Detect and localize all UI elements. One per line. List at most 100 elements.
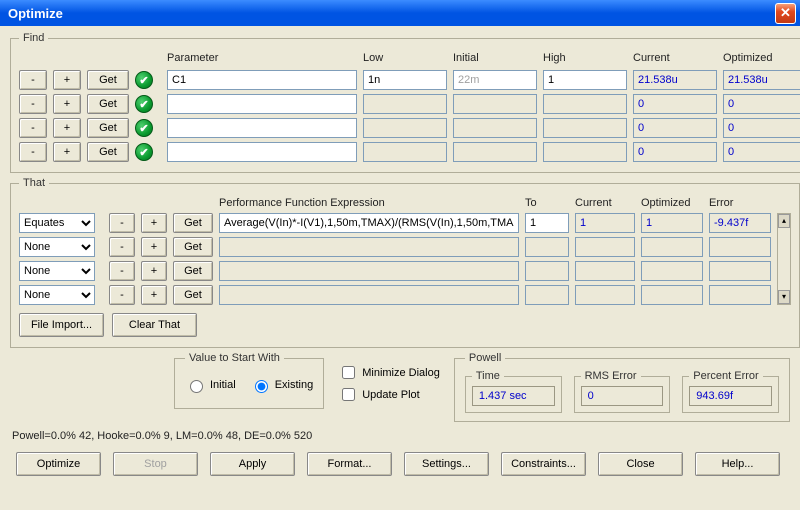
update-plot-checkbox[interactable]: Update Plot	[338, 385, 440, 404]
hdr-high: High	[543, 52, 627, 66]
scroll-up-icon[interactable]: ▴	[778, 214, 790, 228]
parameter-input[interactable]	[167, 94, 357, 114]
hdr-parameter: Parameter	[167, 52, 357, 66]
initial-input	[453, 142, 537, 162]
that-get-button[interactable]: Get	[173, 237, 213, 257]
mode-select[interactable]: Equates	[19, 213, 95, 233]
that-plus-button[interactable]: +	[141, 237, 167, 257]
clear-that-button[interactable]: Clear That	[112, 313, 197, 337]
hdr-optimized: Optimized	[723, 52, 800, 66]
close-button[interactable]: Close	[598, 452, 683, 476]
minimize-checkbox[interactable]: Minimize Dialog	[338, 363, 440, 382]
that-get-button[interactable]: Get	[173, 213, 213, 233]
to-input	[525, 285, 569, 305]
file-import-button[interactable]: File Import...	[19, 313, 104, 337]
help-button[interactable]: Help...	[695, 452, 780, 476]
optimize-button[interactable]: Optimize	[16, 452, 101, 476]
percent-value: 943.69f	[689, 386, 772, 406]
low-input	[363, 142, 447, 162]
that-get-button[interactable]: Get	[173, 285, 213, 305]
find-get-button[interactable]: Get	[87, 142, 129, 162]
hdr-optimized2: Optimized	[641, 197, 703, 209]
window-title: Optimize	[8, 6, 63, 21]
low-input	[363, 118, 447, 138]
mode-select[interactable]: None	[19, 237, 95, 257]
that-minus-button[interactable]: -	[109, 237, 135, 257]
current-value	[575, 213, 635, 233]
parameter-input[interactable]	[167, 118, 357, 138]
find-minus-button[interactable]: -	[19, 118, 47, 138]
rms-group: RMS Error 0	[574, 370, 671, 413]
stop-button[interactable]: Stop	[113, 452, 198, 476]
expr-input	[219, 261, 519, 281]
status-text: Powell=0.0% 42, Hooke=0.0% 9, LM=0.0% 48…	[12, 430, 788, 442]
high-input	[543, 142, 627, 162]
mode-select[interactable]: None	[19, 261, 95, 281]
initial-input	[453, 94, 537, 114]
high-input	[543, 94, 627, 114]
constraints-button[interactable]: Constraints...	[501, 452, 586, 476]
time-label: Time	[472, 370, 504, 382]
low-input[interactable]	[363, 70, 447, 90]
check-icon[interactable]: ✔	[135, 95, 153, 113]
hdr-current: Current	[633, 52, 717, 66]
hdr-initial: Initial	[453, 52, 537, 66]
that-minus-button[interactable]: -	[109, 213, 135, 233]
find-group: Find Parameter Low Initial High Current …	[10, 32, 800, 173]
that-minus-button[interactable]: -	[109, 285, 135, 305]
optimized-value	[723, 70, 800, 90]
current-value	[575, 237, 635, 257]
error-value	[709, 237, 771, 257]
format-button[interactable]: Format...	[307, 452, 392, 476]
to-input	[525, 237, 569, 257]
current-value	[633, 70, 717, 90]
time-value: 1.437 sec	[472, 386, 555, 406]
hdr-to: To	[525, 197, 569, 209]
hdr-error: Error	[709, 197, 771, 209]
find-get-button[interactable]: Get	[87, 70, 129, 90]
scroll-down-icon[interactable]: ▾	[778, 290, 790, 304]
current-value	[633, 94, 717, 114]
settings-button[interactable]: Settings...	[404, 452, 489, 476]
that-minus-button[interactable]: -	[109, 261, 135, 281]
that-get-button[interactable]: Get	[173, 261, 213, 281]
parameter-input[interactable]	[167, 142, 357, 162]
check-icon[interactable]: ✔	[135, 119, 153, 137]
to-input	[525, 261, 569, 281]
initial-input[interactable]	[453, 70, 537, 90]
find-minus-button[interactable]: -	[19, 70, 47, 90]
percent-group: Percent Error 943.69f	[682, 370, 779, 413]
high-input[interactable]	[543, 70, 627, 90]
error-value	[709, 213, 771, 233]
current-value	[575, 261, 635, 281]
check-icon[interactable]: ✔	[135, 143, 153, 161]
scrollbar[interactable]: ▴ ▾	[777, 213, 791, 305]
current-value	[633, 142, 717, 162]
initial-input	[453, 118, 537, 138]
start-with-legend: Value to Start With	[185, 352, 284, 364]
high-input	[543, 118, 627, 138]
find-minus-button[interactable]: -	[19, 142, 47, 162]
find-plus-button[interactable]: +	[53, 70, 81, 90]
find-plus-button[interactable]: +	[53, 142, 81, 162]
find-plus-button[interactable]: +	[53, 118, 81, 138]
expr-input	[219, 285, 519, 305]
hdr-low: Low	[363, 52, 447, 66]
find-plus-button[interactable]: +	[53, 94, 81, 114]
close-icon[interactable]: ✕	[775, 3, 796, 24]
parameter-input[interactable]	[167, 70, 357, 90]
to-input[interactable]	[525, 213, 569, 233]
apply-button[interactable]: Apply	[210, 452, 295, 476]
that-plus-button[interactable]: +	[141, 261, 167, 281]
find-get-button[interactable]: Get	[87, 118, 129, 138]
that-plus-button[interactable]: +	[141, 285, 167, 305]
find-get-button[interactable]: Get	[87, 94, 129, 114]
that-plus-button[interactable]: +	[141, 213, 167, 233]
mode-select[interactable]: None	[19, 285, 95, 305]
check-icon[interactable]: ✔	[135, 71, 153, 89]
find-minus-button[interactable]: -	[19, 94, 47, 114]
initial-radio[interactable]: Initial	[185, 377, 236, 393]
existing-radio[interactable]: Existing	[250, 377, 314, 393]
time-group: Time 1.437 sec	[465, 370, 562, 413]
expr-input[interactable]	[219, 213, 519, 233]
